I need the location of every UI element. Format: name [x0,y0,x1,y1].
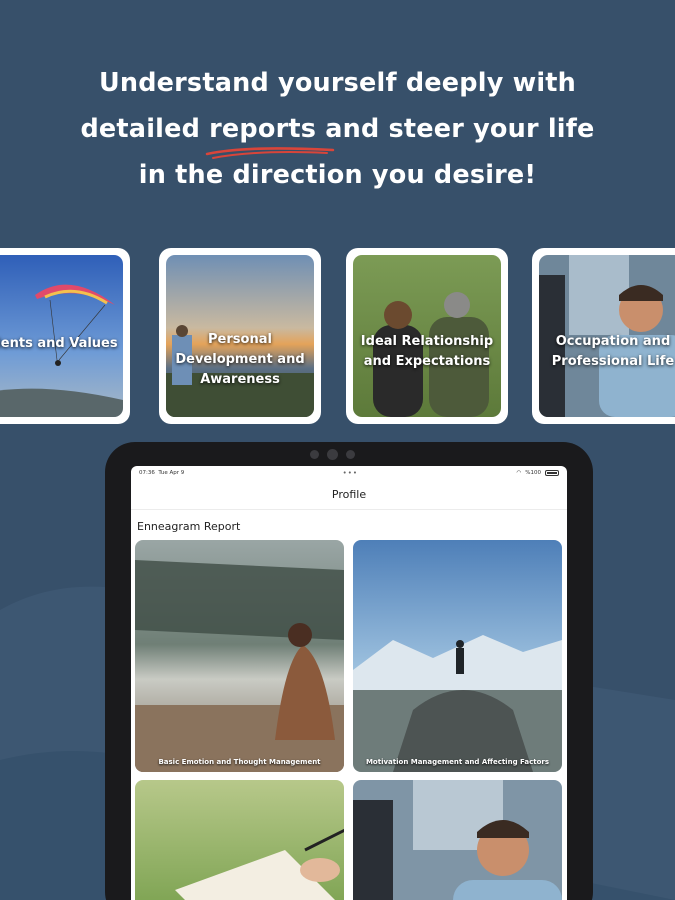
category-card-talents[interactable]: Talents and Values [0,248,130,424]
tablet-device: 07:36 Tue Apr 9 ••• ◠ %100 Profile Ennea… [105,442,593,900]
report-label: Basic Emotion and Thought Management [158,758,321,766]
section-title: Enneagram Report [137,520,241,533]
status-bar: 07:36 Tue Apr 9 ••• ◠ %100 [131,466,567,480]
sensor-icon [346,450,355,459]
status-time: 07:36 Tue Apr 9 [139,470,185,476]
report-card-journal[interactable] [135,780,344,900]
office-photo: Occupation and Professional Life [539,255,675,417]
category-label: Personal Development and Awareness [175,332,305,387]
report-card-office[interactable] [353,780,562,900]
report-label: Motivation Management and Affecting Fact… [365,758,550,766]
headline-line-2: detailed reports and steer your life [0,106,675,159]
battery-percent: %100 [525,470,541,476]
headline-highlight: reports [205,106,335,159]
battery-icon [544,470,559,476]
report-card-motivation[interactable]: Motivation Management and Affecting Fact… [353,540,562,772]
category-label: Ideal Relationship and Expectations [360,334,494,369]
category-card-personal-development[interactable]: Personal Development and Awareness [159,248,321,424]
journal-writing-photo [135,780,344,900]
office-meeting-photo [353,780,562,900]
headline-line-3: in the direction you desire! [138,160,537,190]
category-label: Occupation and Professional Life [551,334,675,369]
headline: Understand yourself deeply with detailed… [0,60,675,198]
page-title: Profile [131,480,567,510]
wifi-icon: ◠ [516,470,522,476]
camera-icon [310,450,319,459]
paraglider-photo: Talents and Values [0,255,123,417]
headline-line-1: Understand yourself deeply with [98,68,577,98]
category-label: Talents and Values [0,336,118,351]
category-card-relationship[interactable]: Ideal Relationship and Expectations [346,248,508,424]
report-card-emotion[interactable]: Basic Emotion and Thought Management [135,540,344,772]
mountain-summit-photo [353,540,562,772]
multitask-dots-icon[interactable]: ••• [343,469,358,477]
couple-photo: Ideal Relationship and Expectations [353,255,501,417]
lake-meditation-photo [135,540,344,772]
category-card-occupation[interactable]: Occupation and Professional Life [532,248,675,424]
status-right: ◠ %100 [516,470,559,476]
tablet-screen: 07:36 Tue Apr 9 ••• ◠ %100 Profile Ennea… [131,466,567,900]
underline-scribble-icon [205,147,335,159]
sunset-photo: Personal Development and Awareness [166,255,314,417]
camera-icon [327,449,338,460]
